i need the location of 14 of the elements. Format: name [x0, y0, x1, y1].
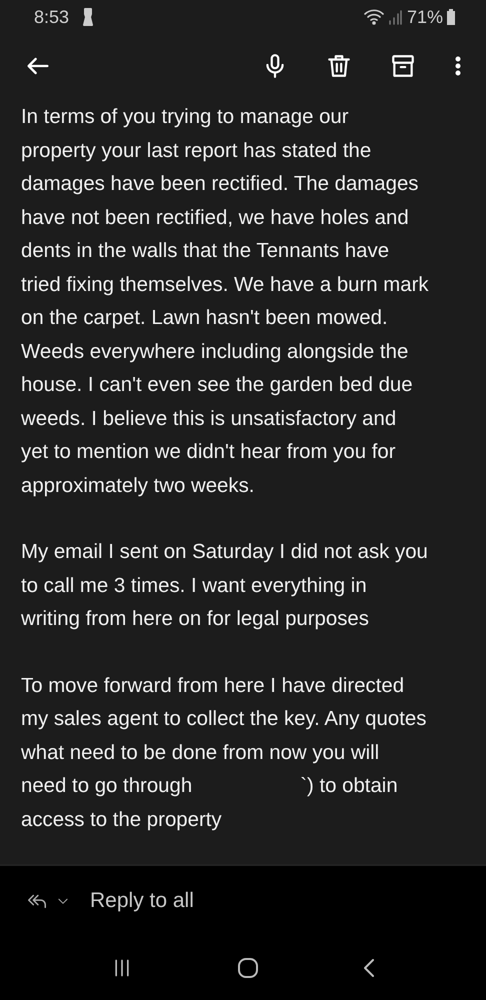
status-time: 8:53 — [34, 6, 70, 28]
lock-icon — [83, 8, 94, 26]
battery-icon — [446, 8, 456, 26]
reply-to-all-button[interactable]: Reply to all — [78, 889, 194, 913]
email-paragraph: In terms of you trying to manage our property your last report has stated the damages have been rectified. The damages have not been rectified, we have holes and dents in the walls that the Tennants have tried fixing themselves. We have a burn mark on the carpet. Lawn hasn't been mowed. Weeds everywhere including alongside the house. I can't even see the garden bed due weeds. I believe this is unsatisfactory and yet to mention we didn't hear from you for approximately two weeks. — [21, 105, 430, 498]
archive-box-icon — [390, 52, 416, 80]
battery-percentage: 71% — [406, 6, 443, 28]
email-paragraph: To move forward from here I have directed my sales agent to collect the key. Any quotes what need to be done from now you will need to go through `) to obtain access to the property — [21, 674, 428, 832]
signal-icon — [388, 9, 402, 25]
trash-icon — [326, 52, 352, 80]
email-paragraph: My email I sent on Saturday I did not ask you to call me 3 times. I want everything in writing from here on for legal purposes — [21, 540, 429, 632]
wifi-icon — [364, 9, 384, 25]
home-icon — [236, 956, 260, 980]
chevron-left-icon — [364, 959, 374, 977]
